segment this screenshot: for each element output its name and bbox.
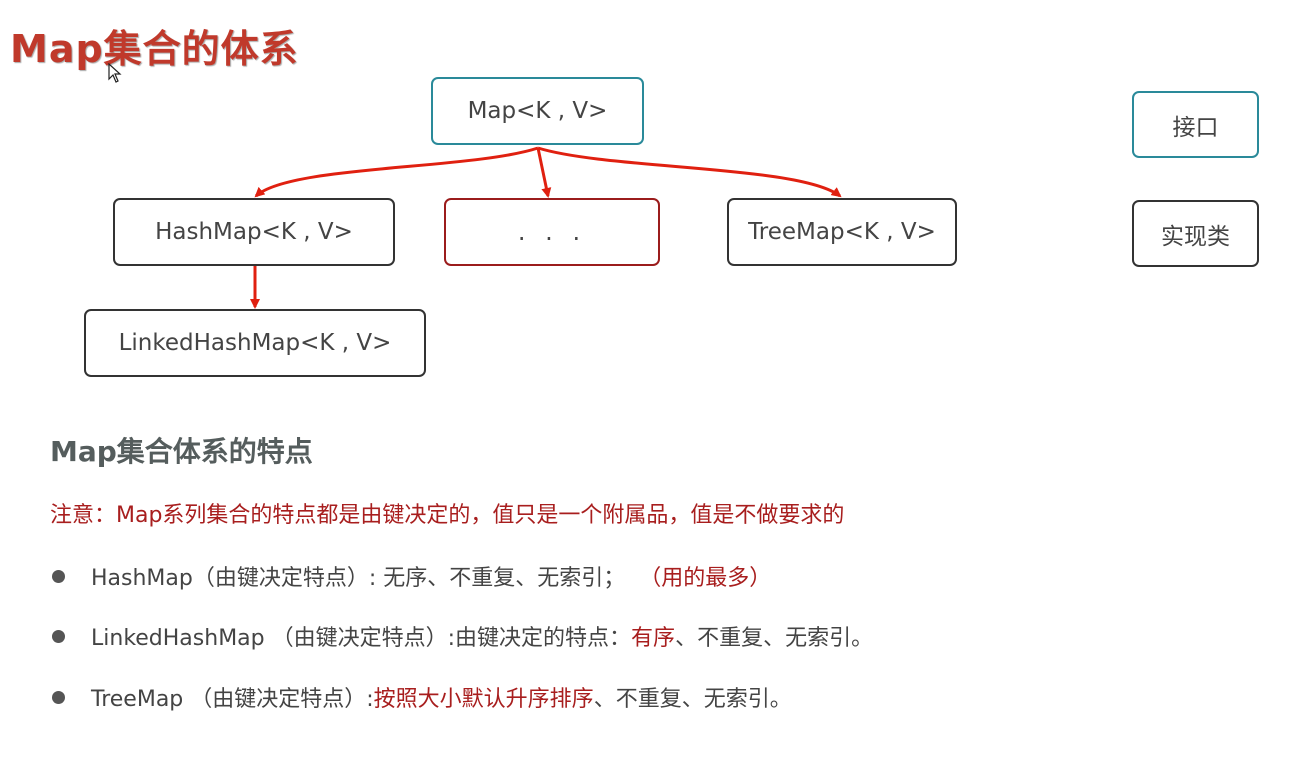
item-highlight: （用的最多） <box>639 566 772 591</box>
item-suffix: 、不重复、无索引。 <box>675 626 874 651</box>
features-heading: Map集合体系的特点 <box>50 435 313 468</box>
list-item-treemap: TreeMap （由键决定特点）: 按照大小默认升序排序 、不重复、无索引。 <box>52 681 792 713</box>
item-highlight: 按照大小默认升序排序 <box>373 687 594 712</box>
arrow-map-to-hashmap <box>254 146 539 198</box>
bullet-dot-icon <box>52 629 65 643</box>
hierarchy-arrows <box>250 146 842 309</box>
item-text: TreeMap （由键决定特点）: <box>91 687 374 712</box>
arrow-map-to-treemap <box>537 146 842 198</box>
bullet-dot-icon <box>52 690 65 704</box>
node-map: Map<K , V> <box>431 77 644 145</box>
node-hashmap: HashMap<K , V> <box>113 198 395 266</box>
list-item-hashmap: HashMap（由键决定特点）: 无序、不重复、无索引； （用的最多） <box>52 560 771 592</box>
legend-implementation: 实现类 <box>1132 200 1259 267</box>
page-title: Map集合的体系 <box>10 27 299 71</box>
bullet-dot-icon <box>52 569 65 583</box>
list-item-linkedhashmap: LinkedHashMap （由键决定特点）:由键决定的特点： 有序 、不重复、… <box>52 620 873 652</box>
node-linkedhashmap: LinkedHashMap<K , V> <box>84 309 426 377</box>
mouse-cursor-icon <box>108 63 122 83</box>
arrow-map-to-ellipsis <box>536 147 552 198</box>
node-ellipsis: . . . <box>444 198 660 266</box>
item-suffix: 、不重复、无索引。 <box>593 687 792 712</box>
item-highlight: 有序 <box>631 626 676 651</box>
item-text: HashMap（由键决定特点）: 无序、不重复、无索引； <box>91 566 626 591</box>
item-text: LinkedHashMap （由键决定特点）:由键决定的特点： <box>91 626 632 651</box>
node-treemap: TreeMap<K , V> <box>727 198 957 266</box>
features-note: 注意：Map系列集合的特点都是由键决定的，值只是一个附属品，值是不做要求的 <box>50 503 845 528</box>
legend-interface: 接口 <box>1132 91 1259 158</box>
